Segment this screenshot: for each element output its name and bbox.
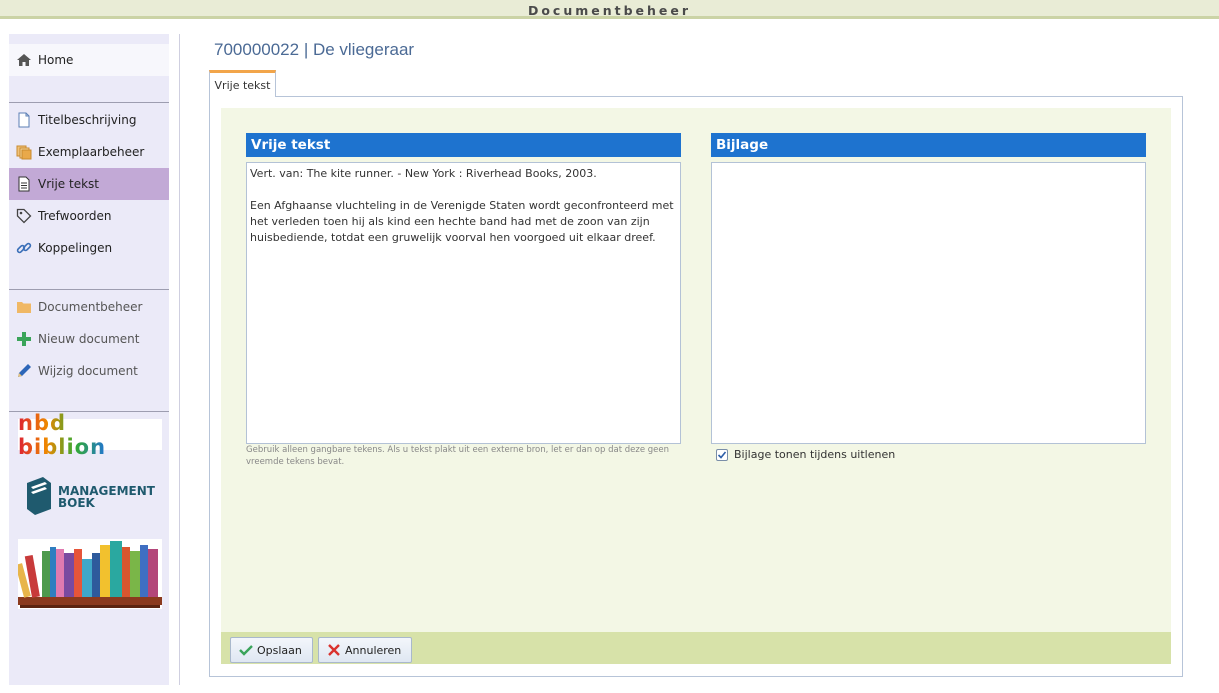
- nbd-biblion-logo[interactable]: nbd biblion: [18, 411, 162, 459]
- document-icon: [16, 112, 32, 128]
- cancel-button[interactable]: Annuleren: [318, 637, 412, 663]
- sidebar-item-label: Titelbeschrijving: [38, 113, 137, 127]
- sidebar-item-label: Trefwoorden: [38, 209, 112, 223]
- sidebar-item-label: Home: [38, 53, 74, 67]
- show-attachment-row: Bijlage tonen tijdens uitlenen: [716, 448, 895, 461]
- sidebar-item-label: Exemplaarbeheer: [38, 145, 145, 159]
- sidebar-item-label: Vrije tekst: [38, 177, 100, 191]
- check-icon: [239, 643, 253, 657]
- cancel-button-label: Annuleren: [345, 643, 402, 657]
- sidebar: Home Titelbeschrijving Exemplaarbeheer V…: [9, 34, 169, 685]
- folder-icon: [16, 299, 32, 315]
- plus-icon: [16, 331, 32, 347]
- pencil-icon: [16, 363, 32, 379]
- tag-icon: [16, 208, 32, 224]
- form-area: Vrije tekst Vert. van: The kite runner. …: [221, 108, 1171, 664]
- free-text-textarea[interactable]: Vert. van: The kite runner. - New York :…: [246, 162, 681, 444]
- link-icon: [16, 240, 32, 256]
- mb-line2: BOEK: [58, 496, 95, 510]
- save-button[interactable]: Opslaan: [230, 637, 313, 663]
- attachment-heading-label: Bijlage: [716, 137, 769, 153]
- nbd-logo-text: nbd biblion: [18, 411, 162, 459]
- tab-panel: Vrije tekst Vert. van: The kite runner. …: [209, 96, 1183, 677]
- copies-icon: [16, 144, 32, 160]
- cross-icon: [327, 643, 341, 657]
- sidebar-item-documentbeheer[interactable]: Documentbeheer: [9, 291, 169, 323]
- book-logo-icon: [25, 475, 53, 519]
- page-title: 700000022 | De vliegeraar: [214, 40, 415, 59]
- sidebar-item-label: Documentbeheer: [38, 300, 143, 314]
- button-bar: Opslaan Annuleren: [221, 632, 1171, 664]
- show-attachment-label: Bijlage tonen tijdens uitlenen: [734, 448, 896, 461]
- checkmark-icon: [717, 450, 727, 459]
- sidebar-item-label: Nieuw document: [38, 332, 140, 346]
- tab-vrije-tekst[interactable]: Vrije tekst: [209, 70, 276, 97]
- sidebar-item-home[interactable]: Home: [9, 44, 169, 76]
- sidebar-item-label: Wijzig document: [38, 364, 138, 378]
- show-attachment-checkbox[interactable]: [716, 448, 728, 461]
- managementboek-logo[interactable]: MANAGEMENT BOEK: [18, 472, 162, 522]
- app-title: Documentbeheer: [527, 3, 692, 18]
- attachment-heading: Bijlage: [711, 133, 1146, 157]
- tab-label: Vrije tekst: [214, 78, 271, 92]
- sidebar-item-vrije-tekst[interactable]: Vrije tekst: [9, 168, 169, 200]
- sidebar-divider: [9, 102, 169, 103]
- books-illustration[interactable]: [15, 539, 162, 609]
- save-button-label: Opslaan: [257, 643, 302, 657]
- home-icon: [16, 52, 32, 68]
- app-title-bar: Documentbeheer: [0, 0, 1219, 19]
- sidebar-item-label: Koppelingen: [38, 241, 113, 255]
- free-text-heading-label: Vrije tekst: [251, 137, 331, 153]
- content-divider: [179, 34, 180, 685]
- sidebar-item-trefwoorden[interactable]: Trefwoorden: [9, 200, 169, 232]
- sidebar-item-wijzig-document[interactable]: Wijzig document: [9, 355, 169, 387]
- sidebar-item-koppelingen[interactable]: Koppelingen: [9, 232, 169, 264]
- attachment-textarea[interactable]: [711, 162, 1146, 444]
- sidebar-item-nieuw-document[interactable]: Nieuw document: [9, 323, 169, 355]
- sidebar-item-titelbeschrijving[interactable]: Titelbeschrijving: [9, 104, 169, 136]
- sidebar-divider: [9, 289, 169, 290]
- free-text-heading: Vrije tekst: [246, 133, 681, 157]
- sidebar-item-exemplaarbeheer[interactable]: Exemplaarbeheer: [9, 136, 169, 168]
- text-document-icon: [16, 176, 32, 192]
- free-text-hint: Gebruik alleen gangbare tekens. Als u te…: [246, 445, 669, 467]
- managementboek-logo-text: MANAGEMENT BOEK: [58, 485, 155, 509]
